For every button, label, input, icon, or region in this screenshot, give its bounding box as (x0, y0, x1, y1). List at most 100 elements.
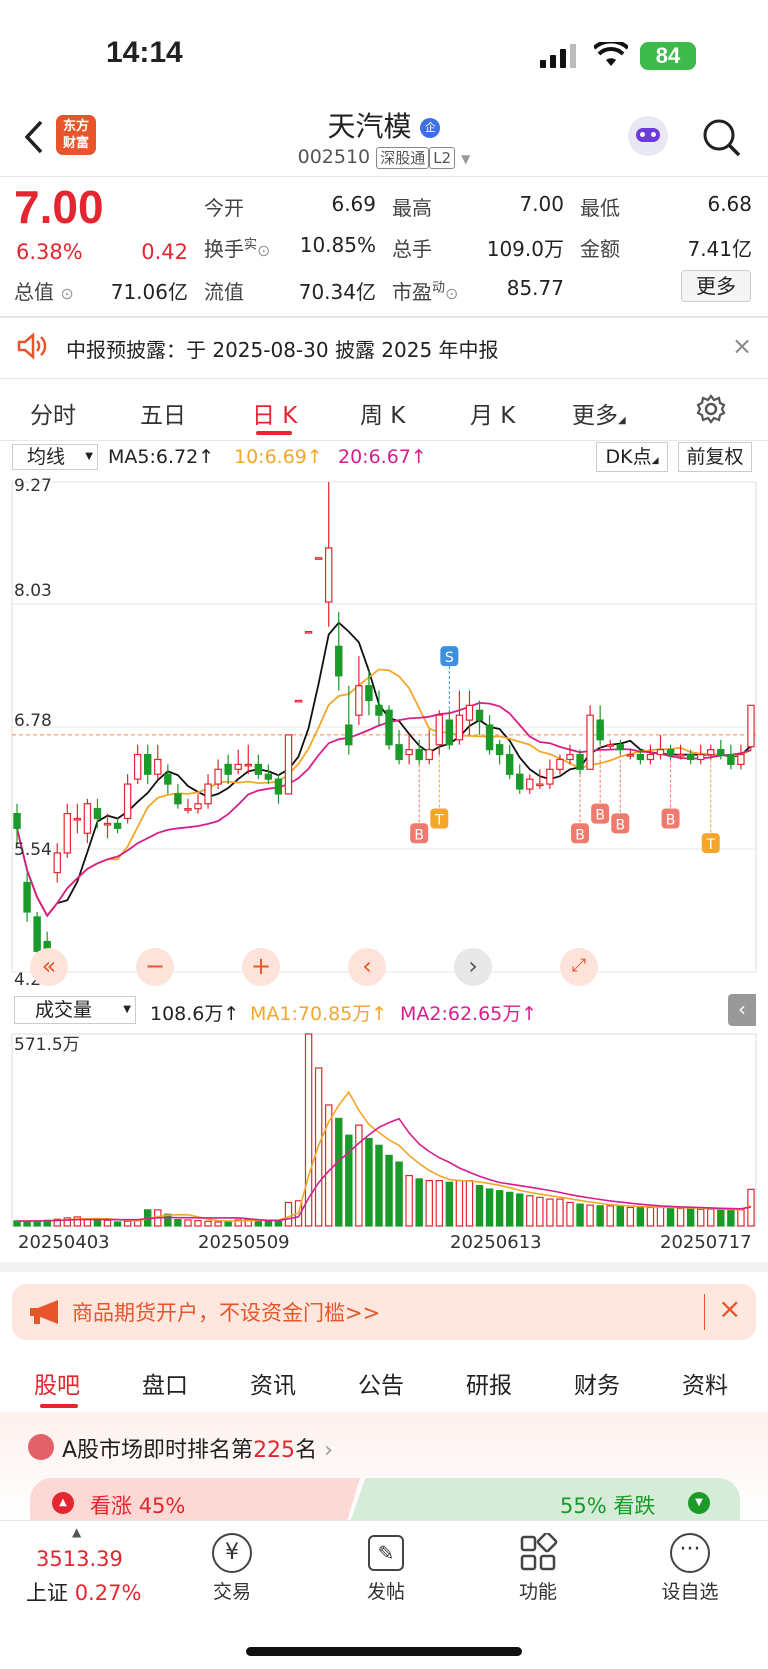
collapse-panel-icon[interactable]: ‹ (728, 994, 756, 1026)
volume-bar (616, 1205, 624, 1227)
candle (385, 705, 393, 750)
candle (516, 764, 524, 794)
period-tabs: 分时 五日 日 K 周 K 月 K 更多◢ (0, 382, 768, 440)
price-axis-3: 6.78 (14, 711, 52, 731)
battery-indicator: 84 (640, 42, 696, 70)
nav-watchlist[interactable]: ··· 设自选 (640, 1533, 740, 1604)
volume-bar (355, 1124, 363, 1227)
close-notice-icon[interactable]: × (732, 332, 752, 360)
candle-body (345, 724, 353, 746)
volume-bar (707, 1208, 715, 1227)
volume-bar (485, 1188, 494, 1227)
tab-news[interactable]: 资讯 (250, 1366, 296, 1400)
promo-banner[interactable]: 商品期货开户，不设资金门槛>> × (12, 1284, 756, 1340)
tab-monthly-k[interactable]: 月 K (470, 396, 515, 430)
close-promo-icon[interactable]: × (718, 1292, 741, 1325)
candle (164, 764, 172, 794)
scroll-far-left-icon[interactable]: « (30, 948, 68, 986)
tab-research[interactable]: 研报 (466, 1366, 512, 1400)
volume-indicator-select[interactable]: 成交量 ▼ (14, 996, 136, 1024)
candle-body (485, 724, 494, 751)
volume-bar (495, 1190, 504, 1227)
exchange-tag: 深股通 (376, 147, 430, 169)
mktcap-label: 总值 ⊙ (14, 280, 74, 304)
volume-chart[interactable] (0, 1030, 768, 1230)
scroll-right-icon[interactable]: › (454, 948, 492, 986)
candle-body (546, 768, 554, 785)
robot-assistant-icon[interactable] (628, 116, 668, 156)
tab-forum[interactable]: 股吧 (34, 1366, 80, 1400)
index-value[interactable]: 3513.39 (36, 1547, 123, 1571)
candle-body (596, 719, 604, 741)
index-info[interactable]: 上证 0.27% (26, 1577, 141, 1607)
bullish-bar[interactable]: ▲ 看涨 45% (30, 1478, 360, 1522)
candle (747, 704, 755, 750)
volume-axis-max: 571.5万 (14, 1035, 80, 1055)
open-label: 今开 (204, 196, 244, 220)
candle (495, 739, 504, 765)
candle-body (264, 773, 273, 780)
signal-label: T (705, 837, 715, 853)
tab-announcements[interactable]: 公告 (358, 1366, 404, 1400)
tab-profile[interactable]: 资料 (682, 1366, 728, 1400)
dk-signal-toggle[interactable]: DK点◢ (596, 442, 668, 472)
volume-bar (274, 1220, 283, 1227)
high-label: 最高 (392, 196, 432, 220)
candle-body (686, 753, 695, 761)
zoom-in-icon[interactable]: + (242, 948, 280, 986)
candle-body (234, 763, 242, 770)
volume-bar (103, 1219, 112, 1227)
info-icon: ⊙ (445, 284, 459, 303)
more-button[interactable]: 更多 (681, 270, 751, 302)
nav-post[interactable]: ✎ 发帖 (336, 1533, 436, 1604)
candle-body (747, 704, 755, 748)
grid-icon (520, 1533, 558, 1571)
volume-bar (345, 1134, 353, 1227)
fullscreen-icon[interactable]: ⤢ (560, 948, 598, 986)
megaphone-icon (30, 1300, 58, 1324)
indicator-select[interactable]: 均线 ▼ (12, 444, 98, 470)
settings-icon[interactable] (696, 394, 726, 424)
candle-body (254, 763, 263, 775)
candle-body (204, 783, 212, 805)
signal-label: T (434, 813, 444, 829)
candle (445, 710, 454, 750)
candle-body (324, 547, 333, 603)
active-tab-indicator (256, 431, 292, 435)
scroll-left-icon[interactable]: ‹ (348, 948, 386, 986)
tab-intraday[interactable]: 分时 (30, 396, 76, 430)
search-icon[interactable] (702, 118, 742, 158)
notice-text[interactable]: 中报预披露：于 2025-08-30 披露 2025 年中报 (66, 334, 499, 363)
turnover-value: 10.85% (299, 233, 376, 257)
volume-bar (204, 1220, 212, 1227)
dropdown-icon: ▼ (461, 152, 471, 166)
signal-label: B (595, 808, 605, 824)
ranking-text[interactable]: A股市场即时排名第225名 › (62, 1432, 333, 1464)
tab-weekly-k[interactable]: 周 K (360, 396, 405, 430)
bullish-text: 看涨 45% (90, 1494, 186, 1518)
volume-bar (264, 1220, 273, 1227)
tab-more[interactable]: 更多◢ (572, 396, 626, 430)
tab-orderbook[interactable]: 盘口 (142, 1366, 188, 1400)
low-value: 6.68 (707, 192, 752, 216)
change-percent: 6.38% (16, 240, 83, 264)
adjust-toggle[interactable]: 前复权 (678, 442, 752, 472)
zoom-out-icon[interactable]: − (136, 948, 174, 986)
candle-body (495, 744, 504, 756)
nav-functions[interactable]: 功能 (488, 1533, 588, 1604)
float-label: 流值 (204, 280, 244, 304)
volume-bar (536, 1196, 544, 1227)
candle (304, 630, 313, 634)
candle (576, 749, 584, 775)
tab-five-day[interactable]: 五日 (140, 396, 186, 430)
nav-functions-label: 功能 (518, 1581, 557, 1603)
nav-trade[interactable]: ¥ 交易 (182, 1533, 282, 1604)
bearish-bar[interactable]: 55% 看跌 ▼ (350, 1478, 740, 1522)
volume-bar (566, 1201, 574, 1227)
tab-daily-k[interactable]: 日 K (252, 396, 297, 430)
signal-label: B (666, 813, 676, 829)
tab-finance[interactable]: 财务 (574, 1366, 620, 1400)
kline-chart[interactable]: SBTBBB BT (0, 474, 768, 994)
volume-bar (375, 1144, 383, 1227)
candle (475, 700, 484, 735)
